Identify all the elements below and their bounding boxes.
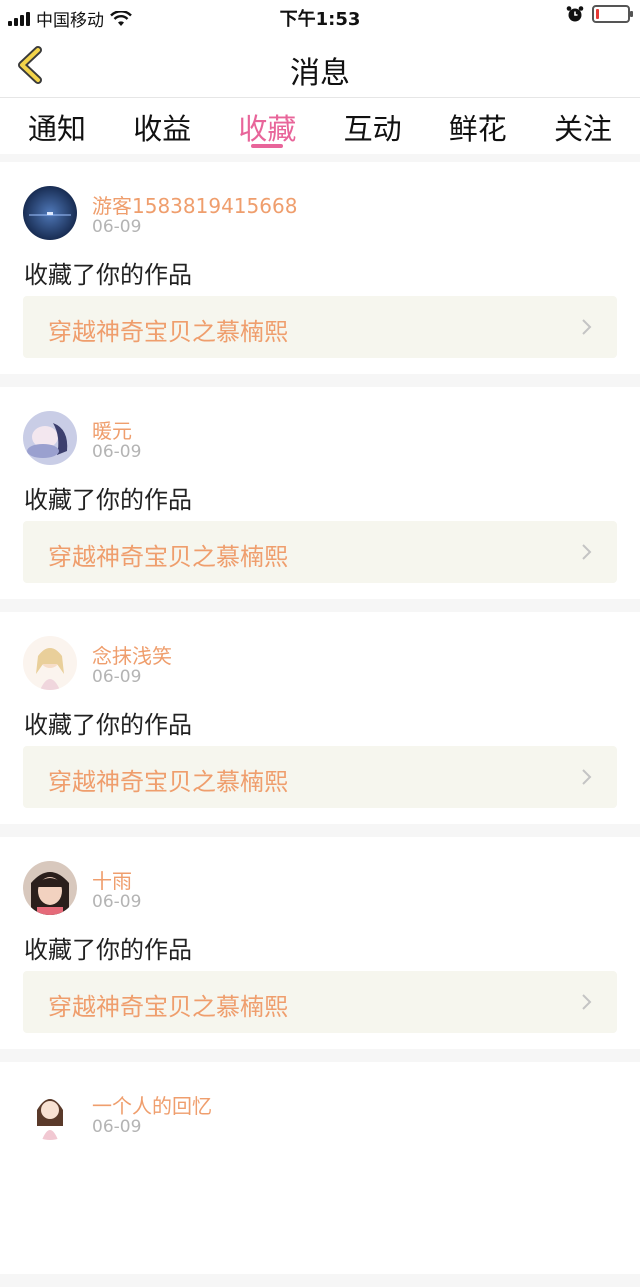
timestamp: 06-09 [92, 892, 142, 912]
username[interactable]: 十雨 [92, 865, 132, 894]
list-item: 暖元 06-09 收藏了你的作品 穿越神奇宝贝之慕楠熙 [0, 387, 640, 599]
list-item: 一个人的回忆 06-09 [0, 1062, 640, 1274]
username[interactable]: 念抹浅笑 [92, 640, 172, 669]
list-item: 十雨 06-09 收藏了你的作品 穿越神奇宝贝之慕楠熙 [0, 837, 640, 1049]
status-bar: 中国移动 下午1:53 [0, 0, 640, 32]
timestamp: 06-09 [92, 217, 142, 237]
alarm-icon [566, 6, 584, 22]
list-item: 念抹浅笑 06-09 收藏了你的作品 穿越神奇宝贝之慕楠熙 [0, 612, 640, 824]
username[interactable]: 暖元 [92, 415, 132, 444]
action-text: 收藏了你的作品 [24, 711, 192, 739]
action-text: 收藏了你的作品 [24, 261, 192, 289]
work-title: 穿越神奇宝贝之慕楠熙 [48, 768, 288, 796]
work-title: 穿越神奇宝贝之慕楠熙 [48, 543, 288, 571]
status-right [566, 5, 633, 23]
action-text: 收藏了你的作品 [24, 936, 192, 964]
battery-icon [592, 5, 633, 23]
night-sea-avatar[interactable] [23, 186, 77, 240]
tab-notifications[interactable]: 通知 [28, 98, 86, 154]
timestamp: 06-09 [92, 442, 142, 462]
username[interactable]: 一个人的回忆 [92, 1090, 212, 1119]
chevron-right-icon [582, 544, 592, 560]
username[interactable]: 游客1583819415668 [92, 190, 297, 219]
timestamp: 06-09 [92, 1117, 142, 1137]
tab-bar: 通知 收益 收藏 互动 鲜花 关注 [0, 98, 640, 154]
tab-flowers[interactable]: 鲜花 [449, 98, 507, 154]
anime-girl-avatar[interactable] [23, 411, 77, 465]
tab-following[interactable]: 关注 [554, 98, 612, 154]
chevron-right-icon [582, 994, 592, 1010]
work-link[interactable]: 穿越神奇宝贝之慕楠熙 [23, 971, 617, 1033]
tab-earnings[interactable]: 收益 [133, 98, 191, 154]
timestamp: 06-09 [92, 667, 142, 687]
work-title: 穿越神奇宝贝之慕楠熙 [48, 993, 288, 1021]
page-title: 消息 [290, 56, 350, 91]
list-item: 游客1583819415668 06-09 收藏了你的作品 穿越神奇宝贝之慕楠熙 [0, 162, 640, 374]
tab-interactions[interactable]: 互动 [344, 98, 402, 154]
status-time: 下午1:53 [279, 9, 361, 30]
chevron-right-icon [582, 769, 592, 785]
work-title: 穿越神奇宝贝之慕楠熙 [48, 318, 288, 346]
work-link[interactable]: 穿越神奇宝贝之慕楠熙 [23, 746, 617, 808]
tab-favorites[interactable]: 收藏 [238, 98, 296, 154]
message-list: 游客1583819415668 06-09 收藏了你的作品 穿越神奇宝贝之慕楠熙… [0, 162, 640, 1287]
action-text: 收藏了你的作品 [24, 486, 192, 514]
battery-level-fill [596, 9, 599, 19]
chevron-right-icon [582, 319, 592, 335]
chibi-girl-avatar[interactable] [23, 1086, 77, 1140]
child-photo-avatar[interactable] [23, 861, 77, 915]
illustration-girl-avatar[interactable] [23, 636, 77, 690]
nav-bar: 消息 [0, 32, 640, 98]
work-link[interactable]: 穿越神奇宝贝之慕楠熙 [23, 296, 617, 358]
work-link[interactable]: 穿越神奇宝贝之慕楠熙 [23, 521, 617, 583]
